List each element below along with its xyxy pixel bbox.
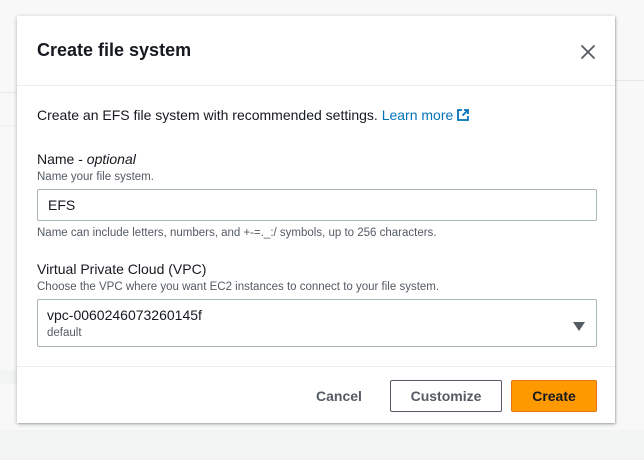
caret-down-icon — [573, 319, 585, 337]
cancel-button[interactable]: Cancel — [301, 380, 377, 412]
name-description: Name your file system. — [37, 171, 154, 183]
close-button[interactable] — [577, 41, 599, 63]
learn-more-link[interactable]: Learn more — [382, 107, 471, 123]
external-link-icon — [456, 108, 470, 125]
close-icon — [581, 45, 595, 59]
intro-text: Create an EFS file system with recommend… — [37, 107, 470, 125]
customize-button[interactable]: Customize — [390, 380, 502, 412]
name-label: Name - optional — [37, 151, 136, 167]
intro-description: Create an EFS file system with recommend… — [37, 107, 378, 123]
vpc-selected-value: vpc-0060246073260145f — [47, 307, 202, 323]
vpc-selected-sub: default — [47, 327, 82, 339]
create-button[interactable]: Create — [511, 380, 597, 412]
modal-footer: Cancel Customize Create — [17, 366, 615, 424]
modal-header: Create file system — [17, 16, 615, 86]
name-input[interactable] — [37, 189, 597, 221]
learn-more-label: Learn more — [381, 107, 454, 123]
name-optional-text: optional — [86, 151, 136, 167]
name-constraint-text: Name can include letters, numbers, and +… — [37, 227, 437, 239]
create-file-system-modal: Create file system Create an EFS file sy… — [17, 16, 615, 423]
name-label-text: Name - — [37, 151, 87, 167]
modal-title: Create file system — [37, 40, 192, 60]
vpc-select[interactable]: vpc-0060246073260145f default — [37, 299, 597, 347]
vpc-label: Virtual Private Cloud (VPC) — [37, 261, 207, 277]
vpc-description: Choose the VPC where you want EC2 instan… — [37, 281, 440, 293]
